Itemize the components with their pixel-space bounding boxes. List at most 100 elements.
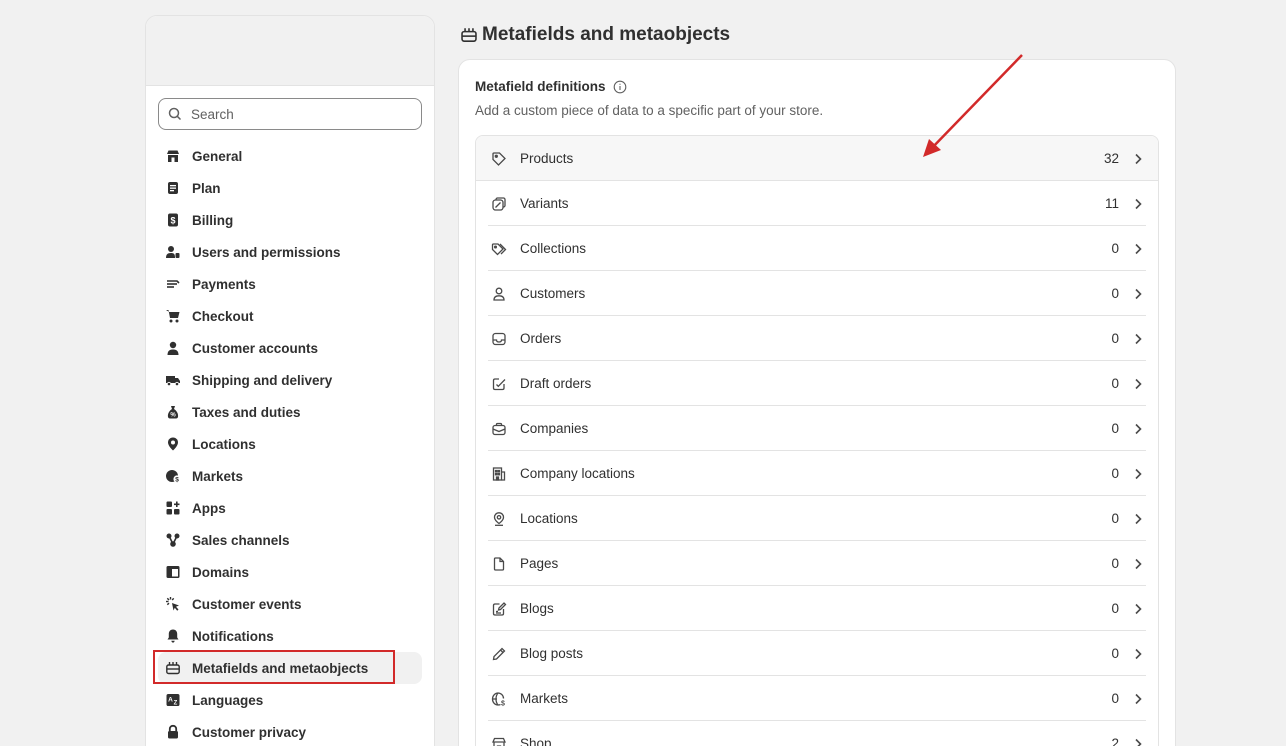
sidebar-item-label: Metafields and metaobjects [192, 660, 369, 676]
row-count: 0 [1111, 331, 1119, 346]
row-count: 2 [1111, 736, 1119, 746]
plan-icon [164, 179, 182, 197]
search-icon [167, 106, 183, 122]
chevron-right-icon [1131, 242, 1145, 256]
row-count: 0 [1111, 601, 1119, 616]
domains-icon [164, 563, 182, 581]
row-label: Locations [520, 511, 578, 526]
row-count: 0 [1111, 646, 1119, 661]
svg-text:$: $ [175, 477, 179, 484]
row-label: Variants [520, 196, 569, 211]
definition-row-blog-posts[interactable]: Blog posts 0 [476, 631, 1158, 676]
svg-text:$: $ [501, 700, 505, 707]
chevron-right-icon [1131, 422, 1145, 436]
sidebar-item-billing[interactable]: $ Billing [158, 204, 422, 236]
sidebar-item-markets[interactable]: $ Markets [158, 460, 422, 492]
sidebar-item-label: Checkout [192, 308, 254, 324]
page-icon [490, 555, 508, 573]
page-title: Metafields and metaobjects [460, 24, 730, 46]
chevron-right-icon [1131, 602, 1145, 616]
sidebar-item-metafields-and-metaobjects[interactable]: Metafields and metaobjects [153, 650, 422, 684]
row-count: 11 [1104, 196, 1119, 211]
store-icon [490, 735, 508, 746]
sidebar-header [146, 16, 434, 86]
definition-row-orders[interactable]: Orders 0 [476, 316, 1158, 361]
location-pin-icon [490, 510, 508, 528]
row-count: 0 [1111, 241, 1119, 256]
draft-order-icon [490, 375, 508, 393]
definition-row-collections[interactable]: Collections 0 [476, 226, 1158, 271]
sidebar-item-customer-accounts[interactable]: Customer accounts [158, 332, 422, 364]
definition-row-company-locations[interactable]: Company locations 0 [476, 451, 1158, 496]
row-label: Markets [520, 691, 569, 706]
svg-text:%: % [170, 413, 176, 419]
definition-row-variants[interactable]: Variants 11 [476, 181, 1158, 226]
search-field[interactable] [158, 98, 422, 130]
metafield-definitions-card: Metafield definitions Add a custom piece… [458, 59, 1176, 746]
collection-icon [490, 240, 508, 258]
chevron-right-icon [1131, 332, 1145, 346]
sidebar-item-locations[interactable]: Locations [158, 428, 422, 460]
cart-icon [164, 307, 182, 325]
definition-row-companies[interactable]: Companies 0 [476, 406, 1158, 451]
row-label: Blog posts [520, 646, 584, 661]
bell-icon [164, 627, 182, 645]
definition-row-blogs[interactable]: Blogs 0 [476, 586, 1158, 631]
chevron-right-icon [1131, 647, 1145, 661]
sidebar-item-label: Locations [192, 436, 256, 452]
sidebar-item-users-and-permissions[interactable]: Users and permissions [158, 236, 422, 268]
payments-icon [164, 275, 182, 293]
definition-row-markets[interactable]: $ Markets 0 [476, 676, 1158, 721]
sidebar-item-customer-privacy[interactable]: Customer privacy [158, 716, 422, 746]
row-label: Customers [520, 286, 586, 301]
lock-icon [164, 723, 182, 741]
definition-row-products[interactable]: Products 32 [476, 136, 1158, 181]
sidebar-item-label: Languages [192, 692, 264, 708]
tax-icon: % [164, 403, 182, 421]
globe-icon: $ [490, 690, 508, 708]
settings-sidebar: General Plan $ Billing Users and permiss… [145, 15, 435, 746]
chevron-right-icon [1131, 557, 1145, 571]
sidebar-item-notifications[interactable]: Notifications [158, 620, 422, 652]
svg-text:$: $ [170, 216, 175, 226]
card-title: Metafield definitions [475, 79, 1159, 94]
sidebar-item-shipping-and-delivery[interactable]: Shipping and delivery [158, 364, 422, 396]
definition-row-customers[interactable]: Customers 0 [476, 271, 1158, 316]
sidebar-item-checkout[interactable]: Checkout [158, 300, 422, 332]
apps-icon [164, 499, 182, 517]
sidebar-item-label: Customer privacy [192, 724, 307, 740]
metafields-icon [164, 659, 182, 677]
sales-channels-icon [164, 531, 182, 549]
definition-row-locations[interactable]: Locations 0 [476, 496, 1158, 541]
row-label: Draft orders [520, 376, 592, 391]
card-title-text: Metafield definitions [475, 79, 606, 94]
sidebar-item-label: Shipping and delivery [192, 372, 333, 388]
card-subtitle: Add a custom piece of data to a specific… [475, 103, 824, 118]
users-icon [164, 243, 182, 261]
row-count: 0 [1111, 556, 1119, 571]
sidebar-item-payments[interactable]: Payments [158, 268, 422, 300]
person-icon [490, 285, 508, 303]
chevron-right-icon [1131, 377, 1145, 391]
sidebar-item-apps[interactable]: Apps [158, 492, 422, 524]
pencil-icon [490, 645, 508, 663]
definition-row-draft-orders[interactable]: Draft orders 0 [476, 361, 1158, 406]
definition-row-pages[interactable]: Pages 0 [476, 541, 1158, 586]
row-label: Pages [520, 556, 559, 571]
blog-icon [490, 600, 508, 618]
search-input[interactable] [191, 106, 391, 122]
sidebar-item-domains[interactable]: Domains [158, 556, 422, 588]
sidebar-item-customer-events[interactable]: Customer events [158, 588, 422, 620]
sidebar-item-label: Payments [192, 276, 256, 292]
sidebar-item-label: Markets [192, 468, 244, 484]
sidebar-item-sales-channels[interactable]: Sales channels [158, 524, 422, 556]
info-icon[interactable] [613, 80, 627, 94]
svg-text:A: A [168, 697, 173, 704]
svg-text:Z: Z [174, 701, 178, 707]
sidebar-item-label: Taxes and duties [192, 404, 301, 420]
definition-row-shop[interactable]: Shop 2 [476, 721, 1158, 746]
sidebar-item-general[interactable]: General [158, 140, 422, 172]
sidebar-item-languages[interactable]: AZ Languages [158, 684, 422, 716]
sidebar-item-plan[interactable]: Plan [158, 172, 422, 204]
sidebar-item-taxes-and-duties[interactable]: % Taxes and duties [158, 396, 422, 428]
